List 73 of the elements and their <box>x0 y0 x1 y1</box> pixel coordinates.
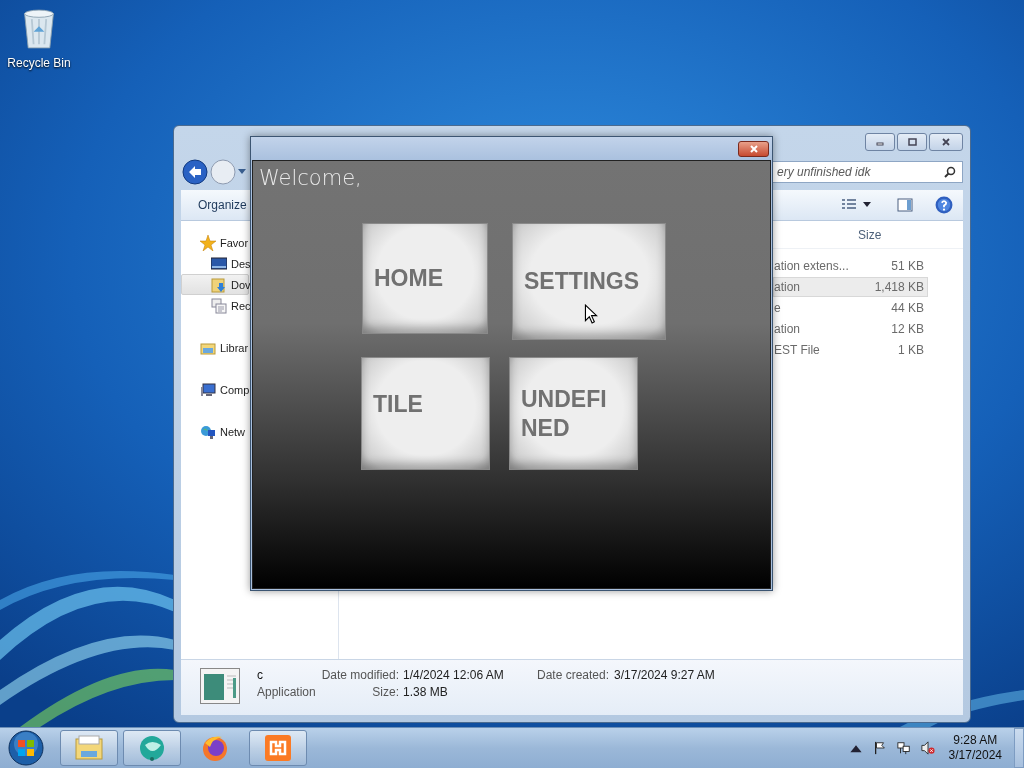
table-cell-text: 44 KB <box>890 301 925 315</box>
menu-tile[interactable]: SETTINGS <box>512 223 666 340</box>
network-icon[interactable] <box>896 741 911 755</box>
nav-item[interactable]: Comp <box>181 379 249 400</box>
application-icon <box>200 668 240 704</box>
desktop-icon <box>211 255 227 272</box>
table-cell-text: 1,418 KB <box>873 280 925 294</box>
desktop-icon-label[interactable]: Recycle Bin <box>7 56 71 70</box>
nav-item[interactable]: Dov <box>181 274 249 295</box>
table-cell-text: ation <box>774 280 802 294</box>
maximize-icon <box>907 137 917 147</box>
table-cell-text: 1 KB <box>897 343 925 357</box>
start-button[interactable] <box>8 730 44 766</box>
minimize-button[interactable] <box>865 133 895 151</box>
file-row[interactable]: ation extens... 51 KB <box>773 256 928 276</box>
recent-icon <box>211 297 227 314</box>
table-cell-text: ation <box>774 322 802 336</box>
app-icon <box>263 733 293 763</box>
nav-item[interactable]: Des <box>181 253 249 274</box>
welcome-text: Welcome, <box>259 166 362 190</box>
field-label: Size: <box>371 685 399 699</box>
nav-item[interactable]: Librar <box>181 337 249 358</box>
clock-time: 9:28 AM <box>953 733 998 748</box>
table-cell-text: e <box>774 301 782 315</box>
menu-tile[interactable]: UNDEFINED <box>509 357 638 470</box>
help-icon[interactable] <box>935 196 953 214</box>
cursor-icon <box>584 304 598 324</box>
table-cell-text: 51 KB <box>890 259 925 273</box>
file-name: c <box>257 668 264 682</box>
view-list-icon[interactable] <box>841 198 857 212</box>
clock-date: 3/17/2024 <box>948 748 1002 763</box>
taskbar-button[interactable] <box>123 730 181 766</box>
table-cell-text: 12 KB <box>890 322 925 336</box>
search-icon <box>944 166 956 178</box>
menu-tile[interactable]: HOME <box>362 223 488 334</box>
file-row[interactable]: e 44 KB <box>773 298 928 318</box>
folder-icon <box>74 733 104 763</box>
file-row[interactable]: EST File 1 KB <box>773 340 928 360</box>
close-icon <box>748 144 759 153</box>
close-button[interactable] <box>738 140 769 157</box>
network-icon <box>200 423 216 440</box>
field-value: 3/17/2024 9:27 AM <box>614 668 715 682</box>
taskbar-button[interactable] <box>60 730 118 766</box>
star-icon <box>200 234 216 251</box>
file-row[interactable]: ation 1,418 KB <box>773 277 928 297</box>
orb-icon <box>137 733 167 763</box>
organize-menu[interactable]: Organize <box>198 198 247 212</box>
close-button[interactable] <box>929 133 963 151</box>
nav-item[interactable]: Rec <box>181 295 249 316</box>
field-label: Date created: <box>537 668 610 682</box>
back-button[interactable] <box>182 159 208 185</box>
taskbar-button[interactable] <box>249 730 307 766</box>
caret-icon[interactable] <box>863 202 871 208</box>
nav-item[interactable]: Favor <box>181 232 249 253</box>
column-header[interactable]: Size <box>858 227 882 242</box>
nav-item[interactable]: Netw <box>181 421 249 442</box>
menu-tile[interactable]: TILE <box>361 357 490 470</box>
field-label: Date modified: <box>320 668 399 682</box>
preview-pane-icon[interactable] <box>897 198 913 212</box>
file-type: Application <box>257 685 317 699</box>
computer-icon <box>200 381 216 398</box>
flag-icon[interactable] <box>872 741 887 755</box>
muted-volume-icon[interactable] <box>920 741 935 755</box>
clock[interactable]: 9:28 AM 3/17/2024 <box>948 733 1002 763</box>
field-value: 1/4/2024 12:06 AM <box>403 668 505 682</box>
close-icon <box>941 137 951 147</box>
search-field[interactable]: ery unfinished idk <box>772 161 963 183</box>
table-cell-text: ation extens... <box>774 259 850 273</box>
table-cell-text: EST File <box>774 343 821 357</box>
field-value: 1.38 MB <box>403 685 449 699</box>
maximize-button[interactable] <box>897 133 927 151</box>
download-icon <box>211 276 227 293</box>
file-row[interactable]: ation 12 KB <box>773 319 928 339</box>
